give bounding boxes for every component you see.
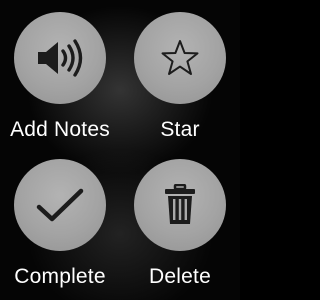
delete-button[interactable] <box>134 159 226 251</box>
complete-label: Complete <box>14 265 106 288</box>
star-button[interactable] <box>134 12 226 104</box>
checkmark-icon <box>36 188 84 222</box>
complete-button[interactable] <box>14 159 106 251</box>
trash-icon <box>165 184 195 224</box>
star-label: Star <box>160 118 200 141</box>
add-notes-label: Add Notes <box>10 118 110 141</box>
delete-label: Delete <box>149 265 211 288</box>
speaker-icon <box>38 39 83 77</box>
add-notes-button[interactable] <box>14 12 106 104</box>
action-menu-screen: Add Notes Star Complete Delete <box>0 0 240 300</box>
star-icon <box>161 40 199 75</box>
